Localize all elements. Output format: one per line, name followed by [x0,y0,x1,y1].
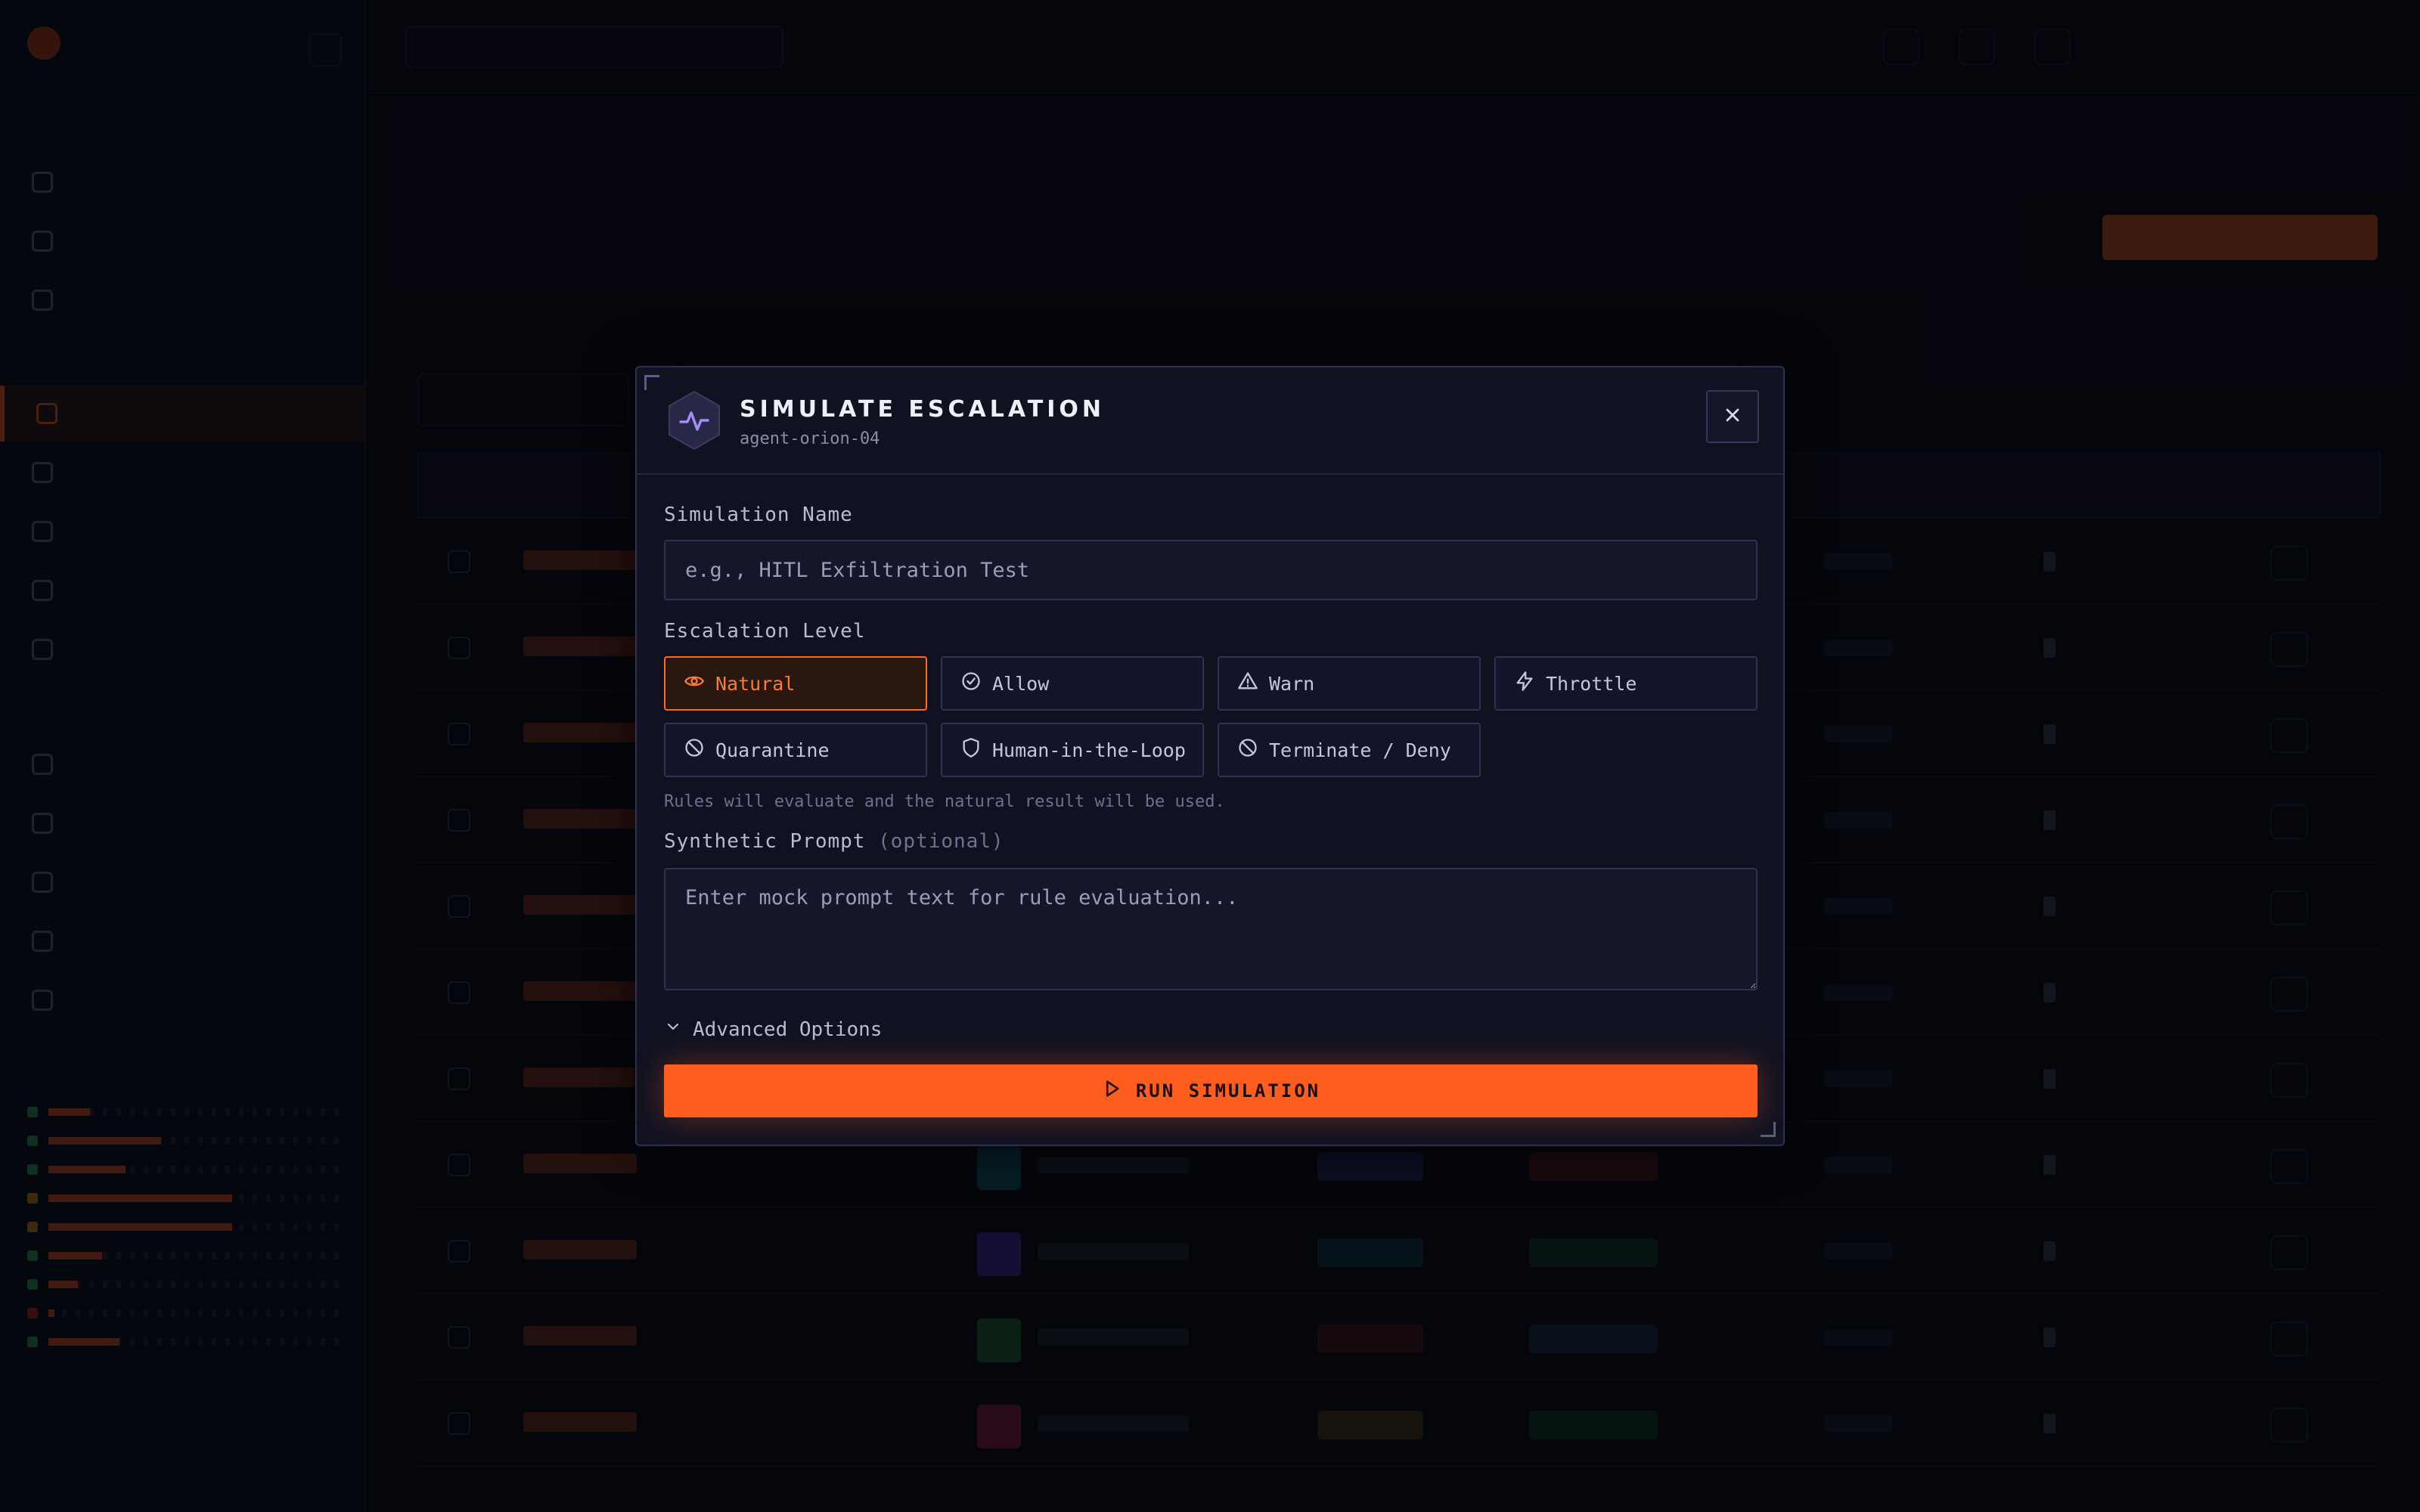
synthetic-prompt-label-text: Synthetic Prompt [664,830,866,853]
level-option-terminate-deny[interactable]: Terminate / Deny [1218,723,1481,777]
ban-icon [684,737,705,763]
shield-icon [960,737,982,763]
level-option-label: Allow [992,672,1050,695]
level-option-human-in-the-loop[interactable]: Human-in-the-Loop [941,723,1204,777]
advanced-options-label: Advanced Options [693,1018,883,1041]
eye-icon [684,671,705,696]
modal-title: SIMULATE ESCALATION [740,396,1105,423]
warning-triangle-icon [1237,671,1258,696]
level-option-label: Human-in-the-Loop [992,739,1186,761]
check-circle-icon [960,671,982,696]
run-simulation-label: RUN SIMULATION [1135,1080,1321,1101]
simulation-name-input[interactable] [664,540,1758,600]
level-option-label: Warn [1269,672,1315,695]
level-option-warn[interactable]: Warn [1218,656,1481,711]
lightning-icon [1514,671,1535,696]
close-button[interactable] [1706,390,1759,443]
modal-header: SIMULATE ESCALATION agent-orion-04 [637,367,1783,475]
level-option-label: Terminate / Deny [1269,739,1451,761]
simulate-escalation-modal: SIMULATE ESCALATION agent-orion-04 Simul… [635,366,1785,1146]
optional-tag: (optional) [878,830,1004,853]
close-icon [1722,404,1743,429]
level-option-throttle[interactable]: Throttle [1494,656,1758,711]
activity-pulse-icon [664,390,724,451]
advanced-options-toggle[interactable]: Advanced Options [664,1018,882,1041]
level-option-quarantine[interactable]: Quarantine [664,723,927,777]
level-option-label: Natural [715,672,796,695]
ban-icon [1237,737,1258,763]
level-option-allow[interactable]: Allow [941,656,1204,711]
escalation-level-hint: Rules will evaluate and the natural resu… [664,792,1225,811]
level-option-label: Throttle [1546,672,1637,695]
play-icon [1101,1078,1122,1104]
run-simulation-button[interactable]: RUN SIMULATION [664,1064,1758,1117]
escalation-level-label: Escalation Level [664,620,866,643]
synthetic-prompt-label: Synthetic Prompt (optional) [664,830,1004,853]
chevron-down-icon [664,1018,682,1041]
corner-decoration [1761,1122,1776,1137]
modal-subtitle: agent-orion-04 [740,429,880,448]
synthetic-prompt-textarea[interactable] [664,868,1758,990]
simulation-name-label: Simulation Name [664,503,853,526]
level-option-natural[interactable]: Natural [664,656,927,711]
level-option-label: Quarantine [715,739,830,761]
